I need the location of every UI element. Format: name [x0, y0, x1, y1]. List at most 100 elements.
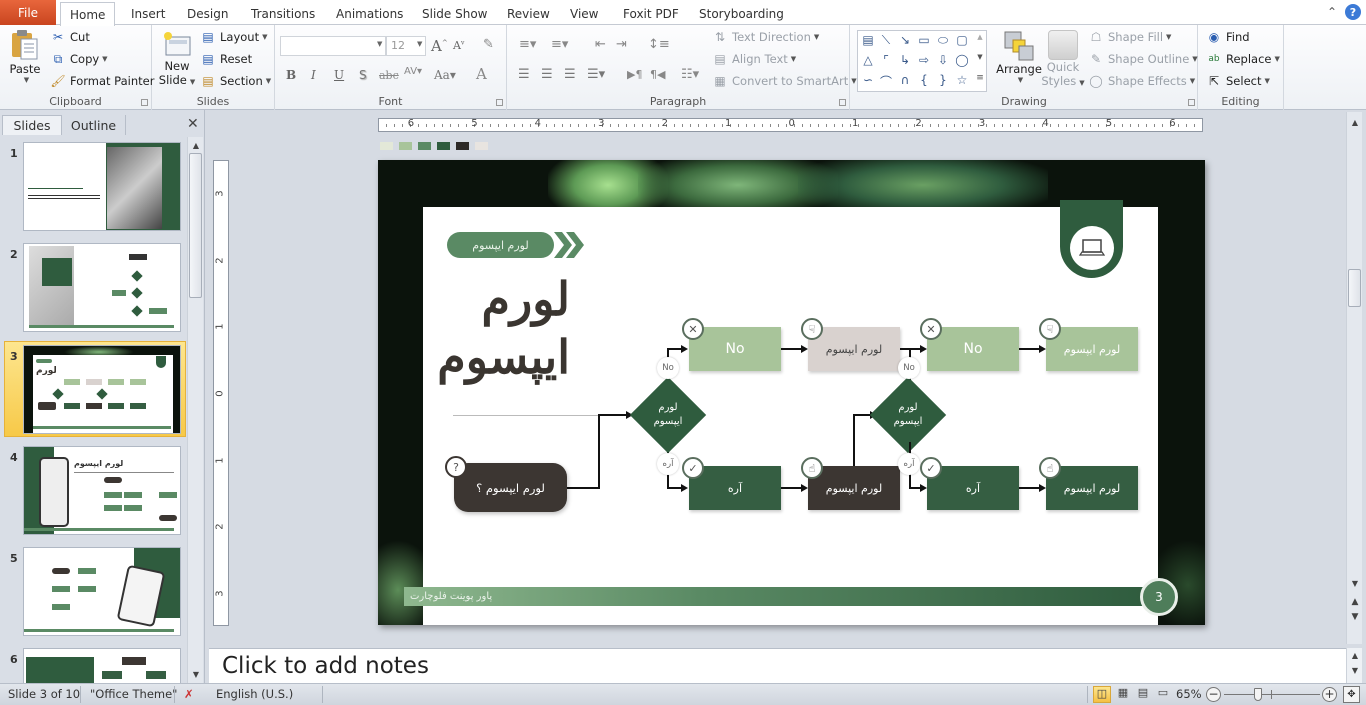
horizontal-ruler[interactable]: 6 5 4 3 2 1 0 1 2 3 4 5 6	[378, 118, 1203, 132]
theme-color-swatch[interactable]	[437, 142, 450, 150]
clear-formatting-icon[interactable]: ✎	[483, 37, 494, 52]
scroll-up-icon[interactable]: ▲	[1347, 118, 1363, 127]
underline-icon[interactable]: U	[334, 68, 344, 82]
paste-button[interactable]: Paste ▼	[6, 29, 44, 84]
vertical-ruler[interactable]: 3 2 1 0 1 2 3	[213, 160, 229, 626]
arrow-line-shape-icon[interactable]: ↘	[896, 33, 914, 47]
font-size-dropdown-icon[interactable]: ▼	[417, 40, 422, 48]
arrange-button[interactable]: Arrange ▼	[996, 30, 1042, 84]
theme-name[interactable]: "Office Theme"	[90, 687, 177, 701]
convert-smartart-button[interactable]: ▦ Convert to SmartArt ▼	[712, 73, 856, 89]
bold-icon[interactable]: B	[286, 68, 296, 82]
font-name-dropdown-icon[interactable]: ▼	[377, 40, 382, 48]
fit-to-window-button[interactable]: ✥	[1343, 686, 1360, 703]
theme-color-swatch[interactable]	[399, 142, 412, 150]
theme-color-swatch[interactable]	[456, 142, 469, 150]
decrease-indent-icon[interactable]: ⇤	[595, 37, 606, 52]
tab-transitions[interactable]: Transitions	[242, 2, 324, 25]
rounded-rect-shape-icon[interactable]: ▢	[953, 33, 971, 47]
bullets-icon[interactable]: ≡▾	[519, 37, 536, 52]
section-button[interactable]: ▤ Section ▼	[200, 73, 271, 89]
slide-thumbnail-4[interactable]: لورم ایپسوم	[23, 446, 181, 535]
previous-slide-icon[interactable]: ▲	[1347, 597, 1363, 607]
down-arrow-shape-icon[interactable]: ⇩	[934, 53, 952, 67]
spellcheck-icon[interactable]: ✗	[184, 687, 194, 701]
notes-scroll-down-icon[interactable]: ▼	[1347, 666, 1363, 675]
reset-button[interactable]: ▤ Reset	[200, 51, 252, 67]
scroll-down-icon[interactable]: ▼	[1347, 579, 1363, 588]
slide-thumbnail-1[interactable]	[23, 142, 181, 231]
slide-thumbnail-5[interactable]	[23, 547, 181, 636]
tab-review[interactable]: Review	[498, 2, 559, 25]
elbow-arrow-icon[interactable]: ↳	[896, 53, 914, 67]
tab-storyboarding[interactable]: Storyboarding	[690, 2, 793, 25]
tab-insert[interactable]: Insert	[122, 2, 174, 25]
thumbnails-scroll-thumb[interactable]	[189, 153, 202, 298]
gallery-down-icon[interactable]: ▼	[971, 53, 989, 61]
arc-shape-icon[interactable]: ⌒	[877, 73, 895, 90]
text-shadow-icon[interactable]: S	[359, 68, 367, 82]
zoom-level[interactable]: 65%	[1176, 687, 1202, 701]
callout-shape-icon[interactable]: ◯	[953, 53, 971, 67]
change-case-icon[interactable]: Aa▾	[434, 68, 456, 82]
zoom-out-button[interactable]: −	[1206, 687, 1221, 702]
italic-icon[interactable]: I	[311, 68, 316, 82]
replace-button[interactable]: ab Replace ▼	[1206, 51, 1280, 67]
tab-file[interactable]: File	[0, 0, 56, 25]
shrink-font-icon[interactable]: Av	[453, 39, 464, 52]
zoom-slider-thumb[interactable]	[1253, 688, 1262, 701]
columns-icon[interactable]: ☷▾	[681, 67, 699, 82]
tab-animations[interactable]: Animations	[327, 2, 412, 25]
gallery-up-icon[interactable]: ▲	[971, 33, 989, 41]
increase-indent-icon[interactable]: ⇥	[616, 37, 627, 52]
zoom-in-button[interactable]: +	[1322, 687, 1337, 702]
new-slide-button[interactable]: New Slide ▼	[158, 31, 196, 87]
notes-pane[interactable]: Click to add notes	[209, 648, 1346, 683]
zoom-slider-track[interactable]	[1224, 694, 1320, 695]
select-button[interactable]: ⇱ Select ▼	[1206, 73, 1270, 89]
notes-scroll-up-icon[interactable]: ▲	[1347, 651, 1363, 660]
slide-scroll-thumb[interactable]	[1348, 269, 1361, 307]
align-right-icon[interactable]: ☰	[564, 67, 576, 82]
left-brace-shape-icon[interactable]: {	[915, 73, 933, 87]
numbering-icon[interactable]: ≡▾	[551, 37, 568, 52]
strikethrough-icon[interactable]: abc	[379, 69, 399, 82]
tab-foxit-pdf[interactable]: Foxit PDF	[614, 2, 688, 25]
character-spacing-icon[interactable]: AV▾	[404, 66, 422, 77]
slide-canvas[interactable]: لورم ایپسوم لورم ایپسوم لورم ایپسوم No آر…	[378, 160, 1205, 625]
tab-slides[interactable]: Slides	[2, 115, 62, 135]
theme-color-swatch[interactable]	[418, 142, 431, 150]
format-painter-button[interactable]: 🖌 Format Painter	[50, 73, 154, 89]
theme-color-swatch[interactable]	[475, 142, 488, 150]
quick-styles-button[interactable]: Quick Styles ▼	[1041, 30, 1085, 88]
justify-icon[interactable]: ☰▾	[587, 67, 605, 82]
shapes-gallery[interactable]: ▤ ⟍ ↘ ▭ ⬭ ▢ △ ⌜ ↳ ⇨ ⇩ ◯ ∽ ⌒ ∩ { } ☆ ▲ ▼ …	[857, 30, 987, 92]
slideshow-view-button[interactable]: ▭	[1154, 686, 1172, 703]
ltr-icon[interactable]: ▶¶	[627, 68, 642, 81]
minimize-ribbon-icon[interactable]: ⌃	[1327, 5, 1337, 19]
line-shape-icon[interactable]: ⟍	[877, 33, 895, 48]
triangle-shape-icon[interactable]: △	[859, 53, 877, 67]
shape-outline-button[interactable]: ✎ Shape Outline ▼	[1088, 51, 1198, 67]
grow-font-icon[interactable]: A^	[431, 37, 448, 55]
tab-view[interactable]: View	[561, 2, 607, 25]
scroll-down-icon[interactable]: ▼	[188, 670, 204, 679]
slide-scrollbar[interactable]: ▲ ▼ ▲ ▼	[1346, 112, 1362, 644]
slide-sorter-view-button[interactable]: ▦	[1114, 686, 1132, 703]
shape-effects-button[interactable]: ◯ Shape Effects ▼	[1088, 73, 1195, 89]
theme-color-swatch[interactable]	[380, 142, 393, 150]
layout-button[interactable]: ▤ Layout ▼	[200, 29, 267, 45]
text-direction-button[interactable]: ⇅ Text Direction ▼	[712, 29, 819, 45]
star-shape-icon[interactable]: ☆	[953, 73, 971, 87]
normal-view-button[interactable]: ◫	[1093, 686, 1111, 703]
tab-design[interactable]: Design	[178, 2, 237, 25]
align-text-button[interactable]: ▤ Align Text ▼	[712, 51, 796, 67]
rectangle-shape-icon[interactable]: ▭	[915, 33, 933, 47]
align-center-icon[interactable]: ☰	[541, 67, 553, 82]
language-indicator[interactable]: English (U.S.)	[216, 687, 293, 701]
notes-scrollbar[interactable]: ▲ ▼	[1346, 648, 1362, 683]
clipboard-launcher-icon[interactable]	[141, 99, 148, 106]
find-button[interactable]: ◉ Find	[1206, 29, 1250, 45]
drawing-launcher-icon[interactable]	[1188, 99, 1195, 106]
right-brace-shape-icon[interactable]: }	[934, 73, 952, 87]
